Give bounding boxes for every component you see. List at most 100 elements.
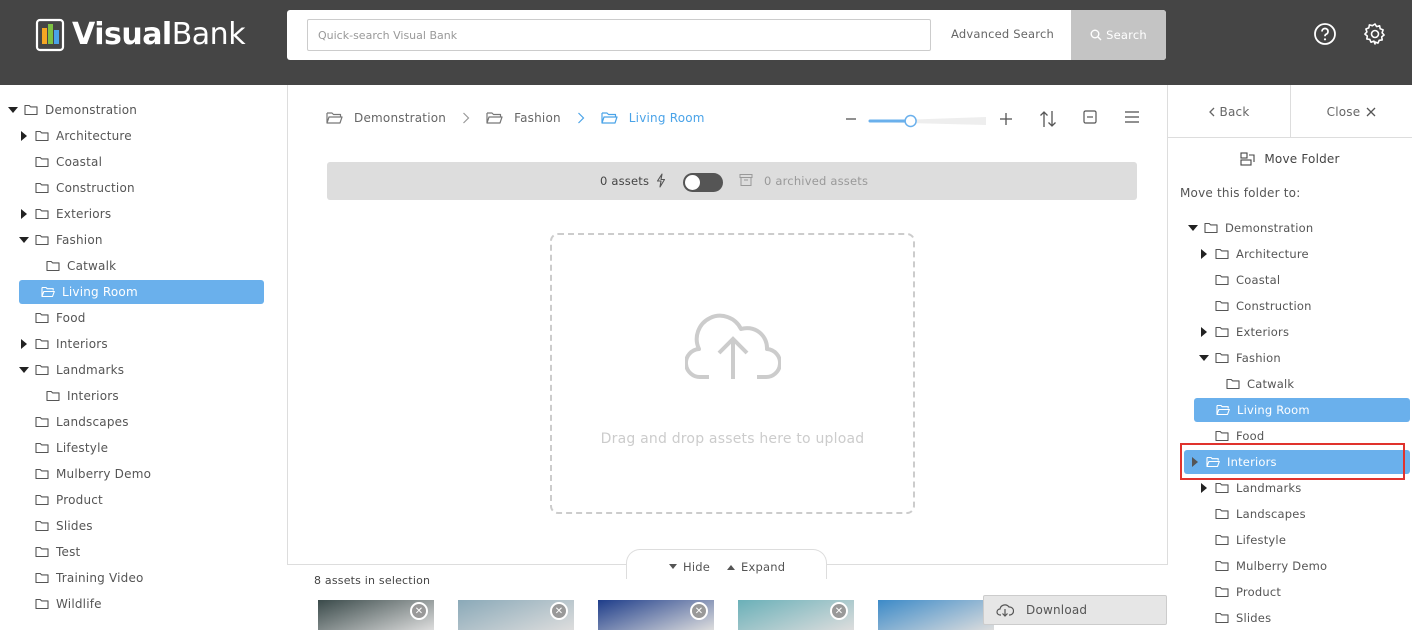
menu-icon[interactable]: [1124, 109, 1140, 125]
tree-item-exteriors[interactable]: Exteriors: [13, 202, 264, 226]
tree-item-product[interactable]: Product: [1193, 580, 1410, 604]
tree-item-interiors[interactable]: Interiors: [24, 384, 264, 408]
search-button-label: Search: [1106, 28, 1147, 42]
zoom-slider[interactable]: [868, 112, 988, 128]
zoom-out-icon[interactable]: [844, 109, 858, 123]
tree-item-demonstration[interactable]: Demonstration: [1182, 216, 1410, 240]
tree-item-label: Interiors: [67, 389, 119, 403]
caret-right-icon[interactable]: [1188, 455, 1202, 469]
remove-thumbnail-icon[interactable]: ✕: [690, 602, 708, 620]
tree-item-coastal[interactable]: Coastal: [13, 150, 264, 174]
expand-button[interactable]: Expand: [727, 560, 785, 574]
caret-right-icon[interactable]: [17, 207, 31, 221]
tree-item-food[interactable]: Food: [13, 306, 264, 330]
tree-item-coastal[interactable]: Coastal: [1193, 268, 1410, 292]
breadcrumb-demonstration[interactable]: Demonstration: [326, 111, 446, 125]
tree-item-lifestyle[interactable]: Lifestyle: [13, 436, 264, 460]
tree-item-product[interactable]: Product: [13, 488, 264, 512]
gear-icon[interactable]: [1363, 22, 1387, 46]
close-button[interactable]: Close: [1291, 85, 1412, 138]
tree-item-architecture[interactable]: Architecture: [13, 124, 264, 148]
tree-item-living-room[interactable]: Living Room: [1194, 398, 1410, 422]
caret-right-icon[interactable]: [1197, 325, 1211, 339]
help-circle-icon[interactable]: [1313, 22, 1337, 46]
folder-icon: [1215, 586, 1229, 598]
close-label: Close: [1326, 104, 1361, 119]
tree-item-test[interactable]: Test: [13, 540, 264, 564]
tree-item-interiors[interactable]: Interiors: [1184, 450, 1410, 474]
folder-icon: [35, 546, 49, 558]
caret-down-icon[interactable]: [17, 233, 31, 247]
tree-item-label: Coastal: [56, 155, 103, 169]
folder-open-icon: [41, 286, 55, 298]
tree-item-interiors[interactable]: Interiors: [13, 332, 264, 356]
breadcrumb-living-room[interactable]: Living Room: [601, 111, 705, 125]
folder-icon: [35, 416, 49, 428]
tree-item-label: Fashion: [56, 233, 103, 247]
caret-right-icon[interactable]: [17, 129, 31, 143]
folder-icon: [35, 130, 49, 142]
hide-label: Hide: [683, 560, 711, 574]
caret-down-icon[interactable]: [6, 103, 20, 117]
folder-icon: [35, 468, 49, 480]
back-label: Back: [1219, 104, 1250, 119]
tree-item-exteriors[interactable]: Exteriors: [1193, 320, 1410, 344]
tree-item-label: Landmarks: [56, 363, 125, 377]
cloud-download-icon: [996, 604, 1014, 617]
search-button[interactable]: Search: [1071, 10, 1166, 60]
caret-down-icon[interactable]: [1186, 221, 1200, 235]
upload-dropzone[interactable]: Drag and drop assets here to upload: [550, 233, 915, 514]
tree-item-wildlife[interactable]: Wildlife: [13, 592, 264, 616]
tree-item-landmarks[interactable]: Landmarks: [13, 358, 264, 382]
tree-item-demonstration[interactable]: Demonstration: [2, 98, 264, 122]
tree-item-training-video[interactable]: Training Video: [13, 566, 264, 590]
remove-thumbnail-icon[interactable]: ✕: [410, 602, 428, 620]
back-button[interactable]: Back: [1168, 85, 1291, 138]
selection-count: 8 assets in selection: [314, 574, 431, 587]
tree-item-catwalk[interactable]: Catwalk: [24, 254, 264, 278]
remove-thumbnail-icon[interactable]: ✕: [550, 602, 568, 620]
caret-right-icon[interactable]: [1197, 481, 1211, 495]
tree-item-food[interactable]: Food: [1193, 424, 1410, 448]
tree-item-construction[interactable]: Construction: [1193, 294, 1410, 318]
tree-item-slides[interactable]: Slides: [1193, 606, 1410, 630]
archive-toggle[interactable]: [683, 173, 723, 192]
search-input[interactable]: [307, 19, 931, 51]
sort-icon[interactable]: [1039, 109, 1057, 129]
tree-item-architecture[interactable]: Architecture: [1193, 242, 1410, 266]
tree-item-landscapes[interactable]: Landscapes: [1193, 502, 1410, 526]
tree-item-label: Architecture: [56, 129, 132, 143]
caret-down-icon[interactable]: [17, 363, 31, 377]
caret-right-icon[interactable]: [1197, 247, 1211, 261]
tree-item-lifestyle[interactable]: Lifestyle: [1193, 528, 1410, 552]
tree-item-landscapes[interactable]: Landscapes: [13, 410, 264, 434]
tree-item-catwalk[interactable]: Catwalk: [1204, 372, 1410, 396]
collapse-icon[interactable]: [1083, 109, 1097, 125]
zoom-in-icon[interactable]: [998, 109, 1014, 125]
move-folder-panel: Back Close Move Folder Move this folder …: [1168, 85, 1412, 625]
selection-thumbnail[interactable]: [878, 600, 994, 630]
dropzone-text: Drag and drop assets here to upload: [600, 431, 865, 447]
tree-item-mulberry-demo[interactable]: Mulberry Demo: [1193, 554, 1410, 578]
tree-item-slides[interactable]: Slides: [13, 514, 264, 538]
remove-thumbnail-icon[interactable]: ✕: [830, 602, 848, 620]
chevron-right-icon: [577, 112, 585, 124]
tree-item-fashion[interactable]: Fashion: [13, 228, 264, 252]
caret-right-icon[interactable]: [17, 337, 31, 351]
tree-item-fashion[interactable]: Fashion: [1193, 346, 1410, 370]
tree-item-label: Exteriors: [56, 207, 112, 221]
breadcrumb-fashion[interactable]: Fashion: [486, 111, 561, 125]
hide-button[interactable]: Hide: [669, 560, 710, 574]
tree-item-mulberry-demo[interactable]: Mulberry Demo: [13, 462, 264, 486]
tree-item-living-room[interactable]: Living Room: [19, 280, 264, 304]
tree-item-landmarks[interactable]: Landmarks: [1193, 476, 1410, 500]
lightning-icon[interactable]: [655, 173, 667, 188]
advanced-search-link[interactable]: Advanced Search: [951, 27, 1054, 41]
panel-toolbar: Back Close: [1168, 85, 1412, 138]
caret-down-icon[interactable]: [1197, 351, 1211, 365]
move-instructions: Move this folder to:: [1180, 186, 1301, 200]
tree-item-construction[interactable]: Construction: [13, 176, 264, 200]
visualbank-logo[interactable]: VisualBank: [34, 14, 246, 54]
folder-icon: [35, 208, 49, 220]
chevron-right-icon: [463, 112, 470, 124]
